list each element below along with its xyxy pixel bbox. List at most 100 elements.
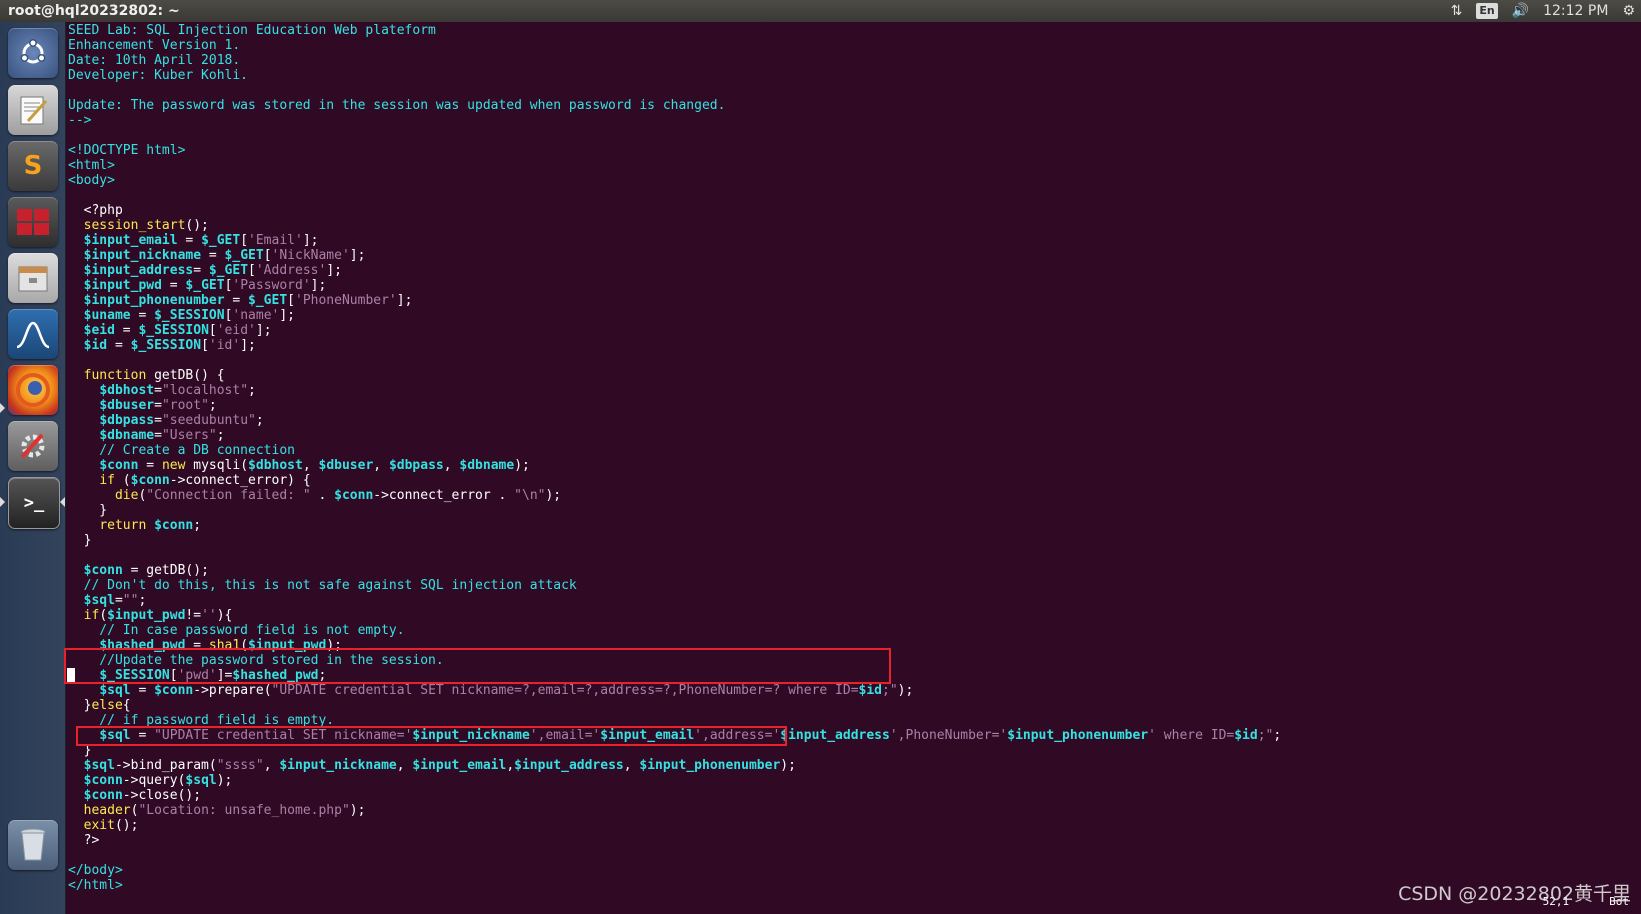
trash-icon[interactable] bbox=[8, 820, 58, 870]
code-token: $conn bbox=[83, 788, 123, 803]
vim-buffer[interactable]: SEED Lab: SQL Injection Education Web pl… bbox=[68, 23, 1281, 893]
code-token: = bbox=[114, 323, 139, 338]
code-line: session_start(); bbox=[68, 218, 1281, 233]
code-token: = bbox=[114, 593, 123, 608]
code-line: $dbname="Users"; bbox=[68, 428, 1281, 443]
code-token: $id bbox=[1234, 728, 1258, 743]
active-indicator-terminal bbox=[60, 497, 65, 507]
network-transfer-icon[interactable]: ⇅ bbox=[1451, 0, 1463, 22]
firefox-glyph bbox=[16, 373, 50, 407]
clock[interactable]: 12:12 PM bbox=[1543, 0, 1608, 22]
code-line: } bbox=[68, 503, 1281, 518]
code-token: $sql bbox=[83, 758, 115, 773]
code-line: <html> bbox=[68, 158, 1281, 173]
code-token: 'eid' bbox=[216, 323, 256, 338]
code-token: ]; bbox=[310, 278, 327, 293]
code-token: $conn bbox=[154, 518, 194, 533]
code-token: ; bbox=[216, 428, 225, 443]
code-token: $input_phonenumber bbox=[639, 758, 781, 773]
code-line: return $conn; bbox=[68, 518, 1281, 533]
code-line: $dbhost="localhost"; bbox=[68, 383, 1281, 398]
code-token: = getDB(); bbox=[122, 563, 209, 578]
code-token: $uname bbox=[83, 308, 131, 323]
terminal-window[interactable]: SEED Lab: SQL Injection Education Web pl… bbox=[64, 22, 1641, 914]
code-token: "\n" bbox=[514, 488, 546, 503]
volume-icon[interactable]: 🔊 bbox=[1512, 0, 1529, 22]
code-token: ->connect_error . bbox=[373, 488, 515, 503]
settings-gear-icon[interactable]: ⚙ bbox=[1622, 0, 1635, 22]
code-line: $input_phonenumber = $_GET['PhoneNumber'… bbox=[68, 293, 1281, 308]
sublime-text-icon[interactable]: S bbox=[8, 141, 58, 191]
wireshark-icon[interactable] bbox=[8, 309, 58, 359]
code-line: $uname = $_SESSION['name']; bbox=[68, 308, 1281, 323]
running-indicator-terminal bbox=[0, 497, 5, 507]
code-token: = bbox=[138, 458, 162, 473]
code-token: $id bbox=[83, 338, 108, 353]
code-token: $dbpass bbox=[388, 458, 444, 473]
keyboard-layout-indicator[interactable]: En bbox=[1476, 3, 1498, 19]
code-token: , bbox=[623, 758, 640, 773]
code-line: $input_pwd = $_GET['Password']; bbox=[68, 278, 1281, 293]
code-token: Enhancement Version 1. bbox=[68, 38, 241, 53]
highlight-box-bind-param bbox=[76, 726, 787, 746]
code-token: return bbox=[99, 518, 147, 533]
code-token: { bbox=[122, 698, 131, 713]
code-token: $dbuser bbox=[99, 398, 155, 413]
code-token: $_GET bbox=[208, 263, 249, 278]
code-token: "Location: unsafe_home.php" bbox=[138, 803, 350, 818]
terminal-icon[interactable]: >_ bbox=[8, 477, 60, 529]
code-token: ); bbox=[514, 458, 530, 473]
firefox-icon[interactable] bbox=[8, 365, 58, 415]
code-line: // Don't do this, this is not safe again… bbox=[68, 578, 1281, 593]
code-token: exit bbox=[83, 818, 115, 833]
code-token: ]; bbox=[349, 248, 366, 263]
code-token: $conn bbox=[154, 683, 194, 698]
code-token: $dbuser bbox=[318, 458, 374, 473]
code-token: // Create a DB connection bbox=[68, 443, 295, 458]
code-line: <!DOCTYPE html> bbox=[68, 143, 1281, 158]
terminal-glyph: >_ bbox=[23, 493, 45, 513]
code-token: $input_phonenumber bbox=[1007, 728, 1149, 743]
code-token: "" bbox=[122, 593, 139, 608]
code-line: $sql = $conn->prepare("UPDATE credential… bbox=[68, 683, 1281, 698]
settings-icon[interactable] bbox=[8, 421, 58, 471]
code-token: 'Address' bbox=[255, 263, 327, 278]
code-token: 'id' bbox=[208, 338, 241, 353]
code-line: Date: 10th April 2018. bbox=[68, 53, 1281, 68]
text-editor-icon[interactable] bbox=[8, 85, 58, 135]
code-line: $sql->bind_param("ssss", $input_nickname… bbox=[68, 758, 1281, 773]
code-line: Enhancement Version 1. bbox=[68, 38, 1281, 53]
code-token: // Don't do this, this is not safe again… bbox=[68, 578, 577, 593]
code-line: $id = $_SESSION['id']; bbox=[68, 338, 1281, 353]
code-token: '' bbox=[201, 608, 217, 623]
code-token: = bbox=[154, 398, 162, 413]
file-manager-icon[interactable] bbox=[8, 253, 58, 303]
workspace-switcher-glyph bbox=[17, 209, 49, 235]
code-token: ; bbox=[193, 518, 202, 533]
code-token: $sql bbox=[185, 773, 217, 788]
code-token: ; bbox=[255, 413, 264, 428]
code-token: $input_address bbox=[780, 728, 890, 743]
code-token: // In case password field is not empty. bbox=[68, 623, 405, 638]
code-line: $input_email = $_GET['Email']; bbox=[68, 233, 1281, 248]
ubuntu-logo-icon[interactable] bbox=[8, 28, 58, 78]
code-token: $input_phonenumber bbox=[83, 293, 225, 308]
code-token: } bbox=[68, 533, 92, 548]
text-editor-glyph bbox=[20, 96, 48, 125]
code-token: (); bbox=[114, 818, 139, 833]
code-token: new bbox=[161, 458, 186, 473]
code-token: $conn bbox=[83, 773, 123, 788]
code-line: $dbpass="seedubuntu"; bbox=[68, 413, 1281, 428]
code-token: ?> bbox=[68, 833, 100, 848]
workspace-switcher-icon[interactable] bbox=[8, 197, 58, 247]
code-token: session_start bbox=[83, 218, 186, 233]
